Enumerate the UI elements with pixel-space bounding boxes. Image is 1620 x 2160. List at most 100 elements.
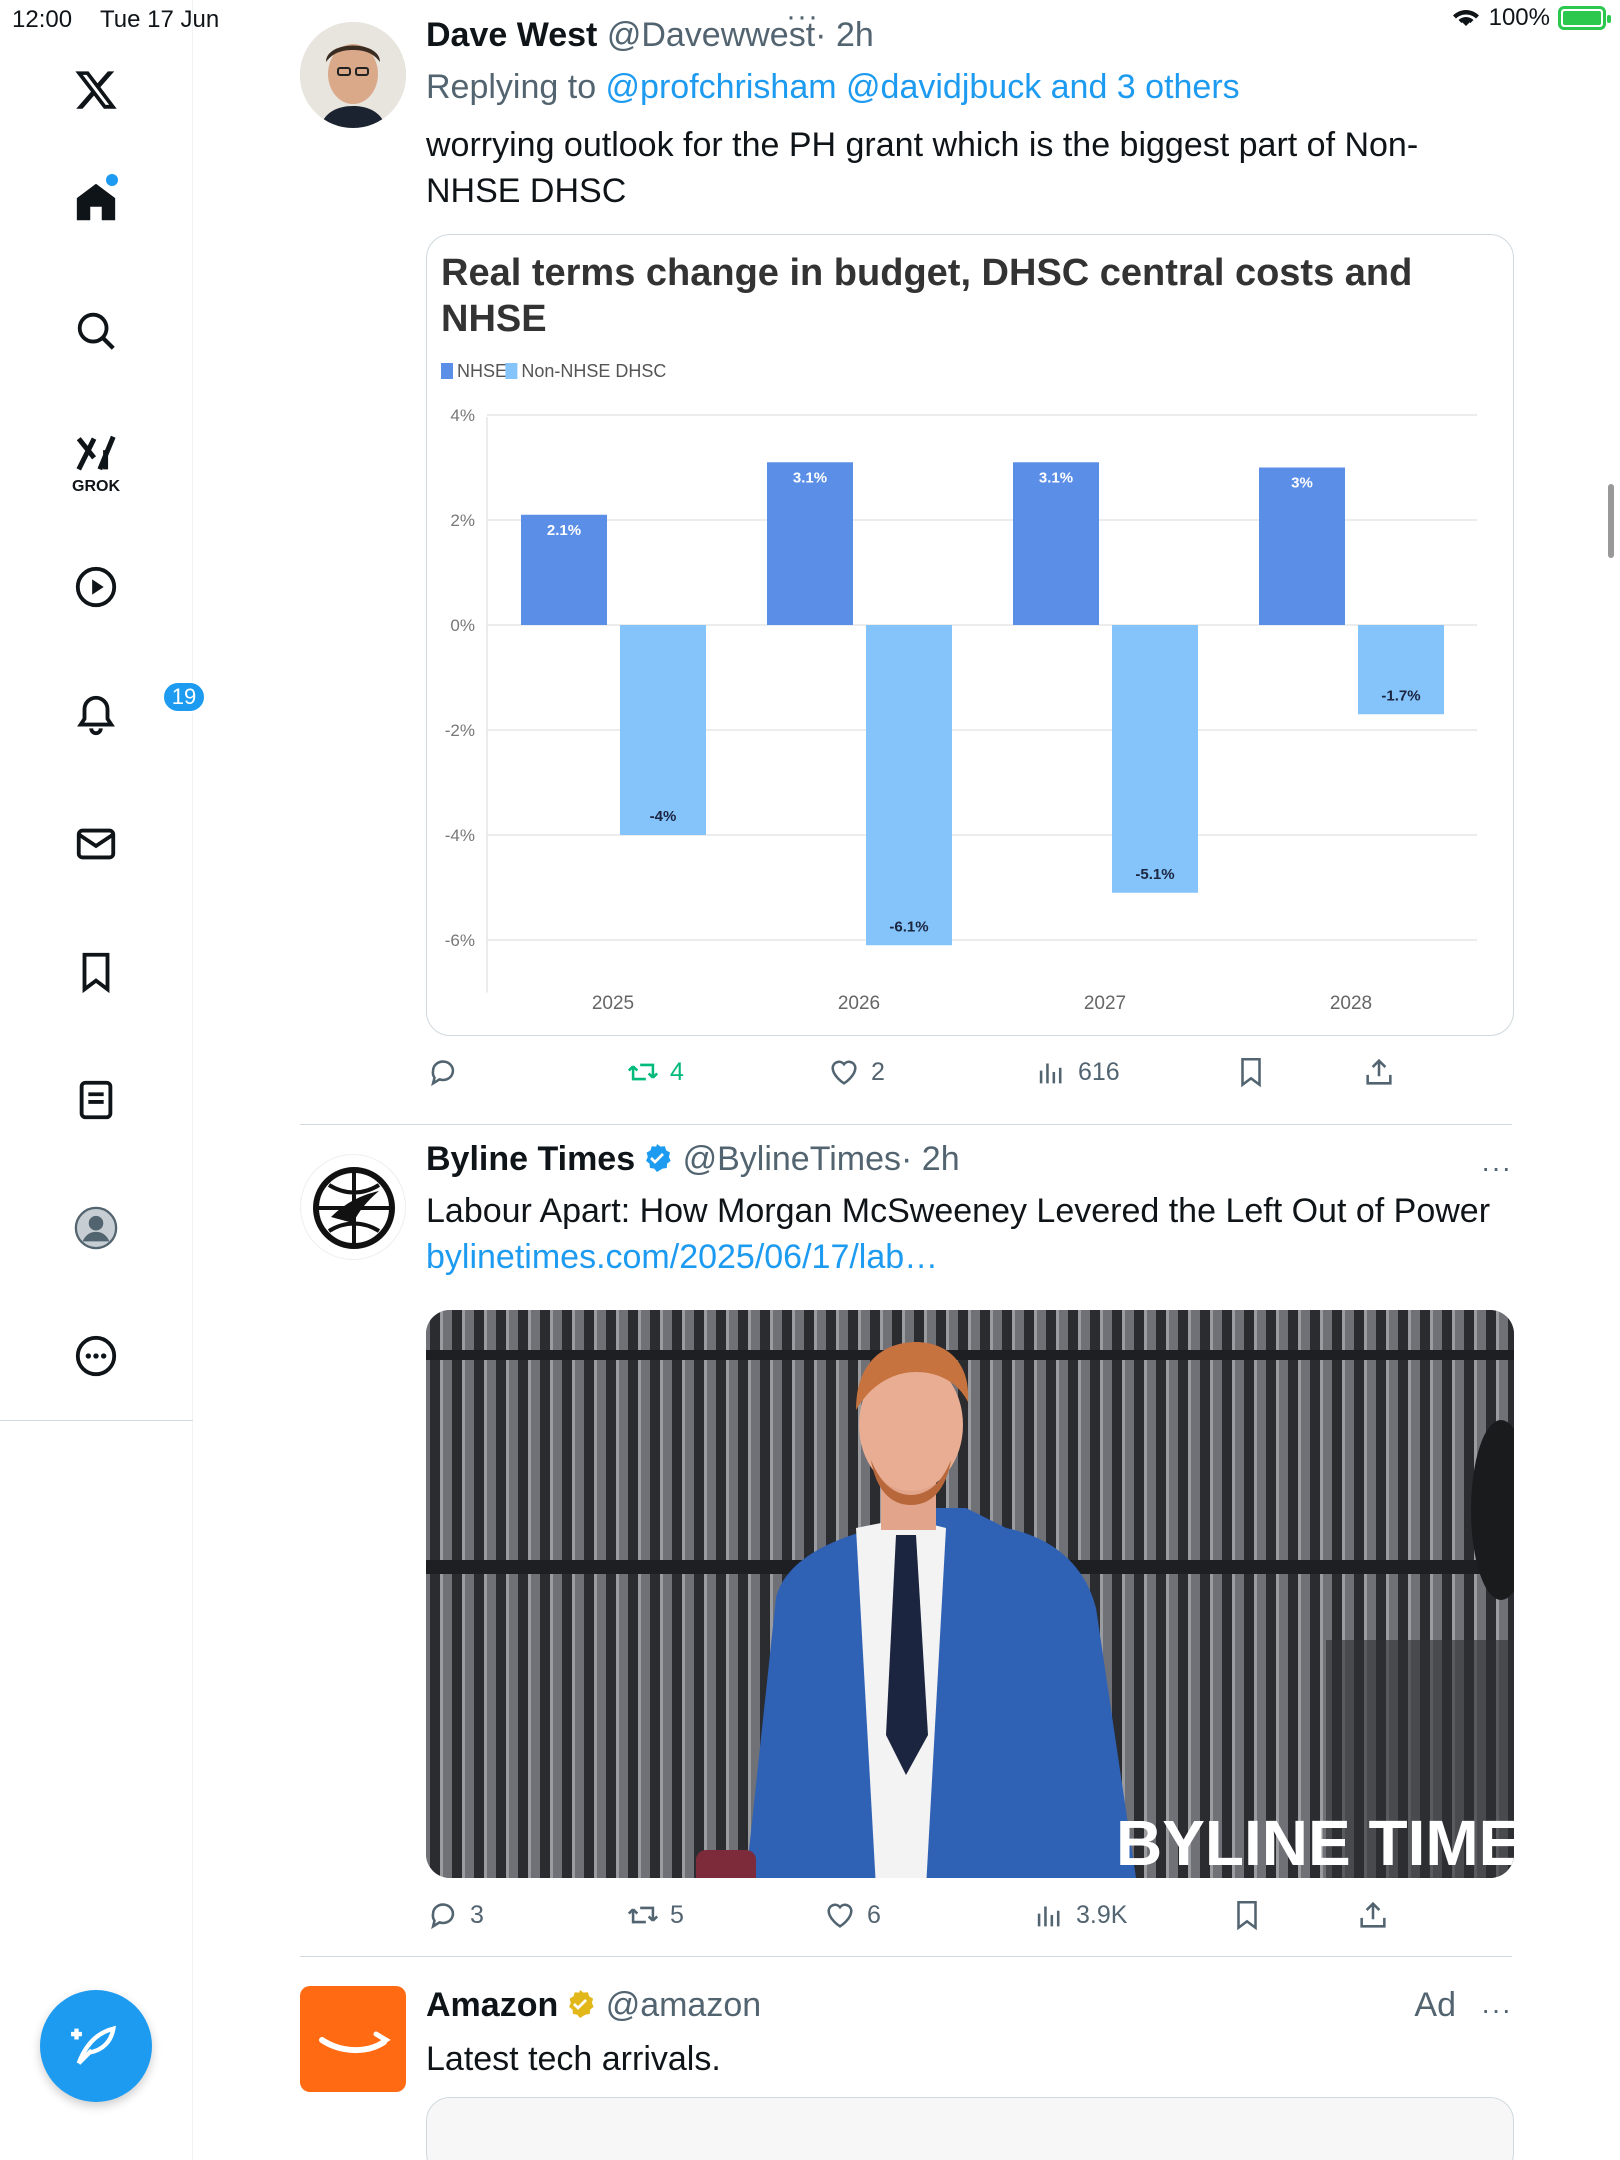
notifications-badge: 19	[162, 681, 206, 713]
views-button[interactable]: 616	[1034, 1055, 1120, 1089]
home-icon[interactable]	[66, 172, 126, 232]
post-amazon-ad[interactable]: Amazon @amazon Ad ··· Latest tech arriva…	[300, 1956, 1514, 2160]
verified-blue-icon	[646, 1144, 671, 1172]
y-tick-label: 2%	[450, 511, 475, 530]
legend-label: NHSE	[457, 361, 507, 381]
like-button[interactable]: 6	[823, 1898, 881, 1932]
reply-button[interactable]: 3	[426, 1898, 484, 1932]
data-label: -4%	[650, 808, 677, 825]
post-more-button[interactable]: ···	[1481, 1152, 1512, 1184]
more-options-icon[interactable]	[66, 1326, 126, 1386]
replying-to-links[interactable]: @profchrisham @davidjbuck and 3 others	[606, 68, 1240, 106]
article-photo[interactable]: BYLINE TIMES	[426, 1310, 1514, 1878]
legend-swatch	[505, 363, 518, 379]
sidebar: GROK 19	[0, 0, 206, 2160]
y-tick-label: -4%	[445, 826, 475, 845]
author-handle[interactable]: @BylineTimes	[683, 1140, 901, 1178]
repost-icon	[627, 1906, 659, 1924]
bookmark-button[interactable]	[1234, 1055, 1268, 1089]
data-label: -1.7%	[1381, 687, 1420, 704]
data-label: -6.1%	[889, 918, 928, 935]
share-icon	[1366, 1058, 1392, 1085]
chart-card[interactable]: Real terms change in budget, DHSC centra…	[426, 234, 1514, 1036]
like-button[interactable]: 2	[827, 1055, 885, 1089]
bar-nhse-2027	[1013, 462, 1099, 625]
share-button[interactable]	[1362, 1055, 1396, 1089]
y-tick-label: -6%	[445, 931, 475, 950]
messages-icon[interactable]	[66, 814, 126, 874]
repost-count: 4	[670, 1057, 684, 1086]
x-logo-icon[interactable]	[66, 60, 126, 120]
video-icon[interactable]	[66, 557, 126, 617]
author-name[interactable]: Dave West	[426, 16, 597, 54]
post-text: worrying outlook for the PH grant which …	[426, 126, 1419, 210]
x-tick-label: 2026	[838, 993, 880, 1014]
views-icon	[1037, 1906, 1060, 1927]
notifications-icon[interactable]: 19	[66, 681, 206, 745]
author-handle[interactable]: @Davewwest	[607, 16, 815, 54]
bar-non-nhse-2027	[1112, 625, 1198, 893]
post-text: Labour Apart: How Morgan McSweeney Lever…	[426, 1192, 1491, 1230]
compose-post-button[interactable]	[40, 1990, 152, 2102]
reply-icon	[431, 1060, 455, 1087]
post-time: · 2h	[901, 1140, 960, 1178]
replying-prefix: Replying to	[426, 68, 606, 106]
grok-icon[interactable]	[66, 424, 126, 484]
heart-icon	[831, 1060, 857, 1085]
search-icon[interactable]	[66, 301, 126, 361]
compose-feather-icon	[71, 2025, 117, 2065]
share-button[interactable]	[1356, 1898, 1390, 1932]
post-dave-west[interactable]: Dave West @Davewwest· 2h Replying to @pr…	[300, 0, 1514, 1124]
views-button[interactable]: 3.9K	[1032, 1898, 1127, 1932]
home-unread-dot	[106, 174, 118, 186]
verified-gold-icon	[569, 1990, 594, 2018]
photo-watermark: BYLINE TIMES	[1116, 1807, 1514, 1878]
post-text: Latest tech arrivals.	[426, 2040, 721, 2078]
avatar[interactable]	[300, 22, 406, 128]
y-tick-label: 0%	[450, 616, 475, 635]
views-icon	[1039, 1063, 1062, 1084]
post-time: · 2h	[815, 16, 874, 54]
profile-icon[interactable]	[66, 1198, 126, 1258]
x-tick-label: 2028	[1330, 993, 1372, 1014]
y-tick-label: -2%	[445, 721, 475, 740]
data-label: 3.1%	[793, 469, 827, 486]
data-label: 2.1%	[547, 522, 581, 539]
author-name[interactable]: Byline Times	[426, 1140, 635, 1178]
legend-swatch	[441, 363, 453, 379]
bookmark-button[interactable]	[1230, 1898, 1264, 1932]
avatar[interactable]	[300, 1154, 406, 1260]
author-handle[interactable]: @amazon	[606, 1986, 761, 2024]
article-link[interactable]: bylinetimes.com/2025/06/17/lab…	[426, 1234, 1506, 1280]
replying-to: Replying to @profchrisham @davidjbuck an…	[426, 64, 1506, 110]
bar-nhse-2026	[767, 462, 853, 625]
like-count: 6	[867, 1900, 881, 1929]
bookmarks-icon[interactable]	[66, 942, 126, 1002]
post-actions: 3 5 6 3.9K	[426, 1898, 1514, 1942]
bar-non-nhse-2026	[866, 625, 952, 946]
reply-button[interactable]	[426, 1055, 470, 1089]
x-tick-label: 2025	[592, 993, 634, 1014]
reply-icon	[431, 1903, 455, 1930]
ad-media-card[interactable]	[426, 2097, 1514, 2160]
post-more-button[interactable]: ···	[1481, 1994, 1512, 2026]
y-tick-label: 4%	[450, 406, 475, 425]
views-count: 3.9K	[1076, 1900, 1128, 1929]
lists-icon[interactable]	[66, 1070, 126, 1130]
x-tick-label: 2027	[1084, 993, 1126, 1014]
amazon-logo-avatar[interactable]	[300, 1986, 406, 2092]
reply-count: 3	[470, 1900, 484, 1929]
post-header: Dave West @Davewwest· 2h	[426, 16, 874, 55]
chart-title: Real terms change in budget, DHSC centra…	[441, 252, 1412, 340]
repost-button[interactable]: 5	[626, 1898, 684, 1932]
ad-label: Ad	[1414, 1986, 1456, 2024]
battery-icon	[1558, 6, 1611, 30]
author-name[interactable]: Amazon	[426, 1986, 558, 2024]
post-header: Byline Times @BylineTimes· 2h	[426, 1140, 960, 1179]
budget-chart: Real terms change in budget, DHSC centra…	[441, 252, 1477, 1014]
repost-button[interactable]: 4	[626, 1055, 684, 1089]
post-header: Amazon @amazon	[426, 1986, 761, 2025]
post-byline-times[interactable]: Byline Times @BylineTimes· 2h ··· Labour…	[300, 1124, 1514, 1956]
scrollbar[interactable]	[1608, 484, 1614, 558]
like-count: 2	[871, 1057, 885, 1086]
